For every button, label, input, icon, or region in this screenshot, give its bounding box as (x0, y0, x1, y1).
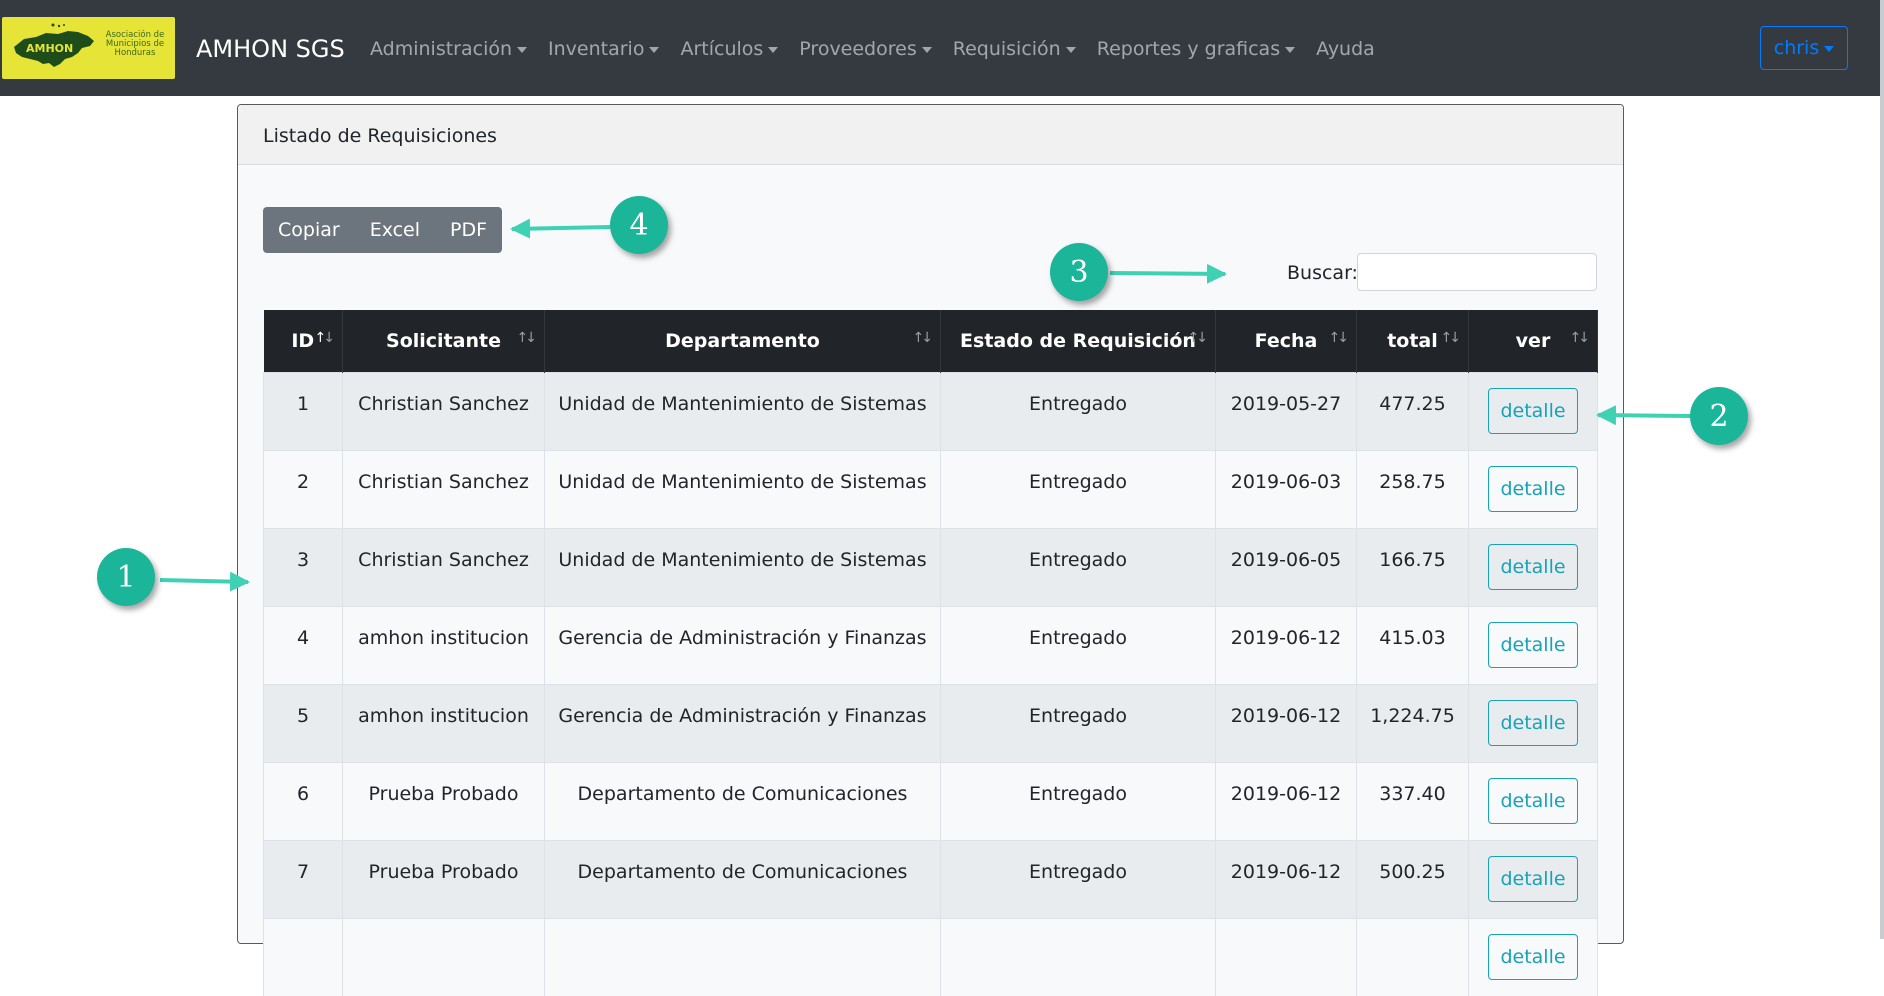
annotation-marker-4: 4 (610, 196, 668, 254)
annotation-marker-3: 3 (1050, 243, 1108, 301)
annotation-arrows (159, 218, 1691, 592)
annotation-arrow-3 (1109, 263, 1227, 284)
annotation-marker-2: 2 (1690, 387, 1748, 445)
annotation-arrow-4 (510, 218, 611, 239)
annotation-marker-1: 1 (97, 548, 155, 606)
annotation-arrow-2 (1596, 405, 1691, 426)
annotation-arrow-1 (159, 571, 250, 592)
detalle-button[interactable]: detalle (1488, 934, 1578, 981)
